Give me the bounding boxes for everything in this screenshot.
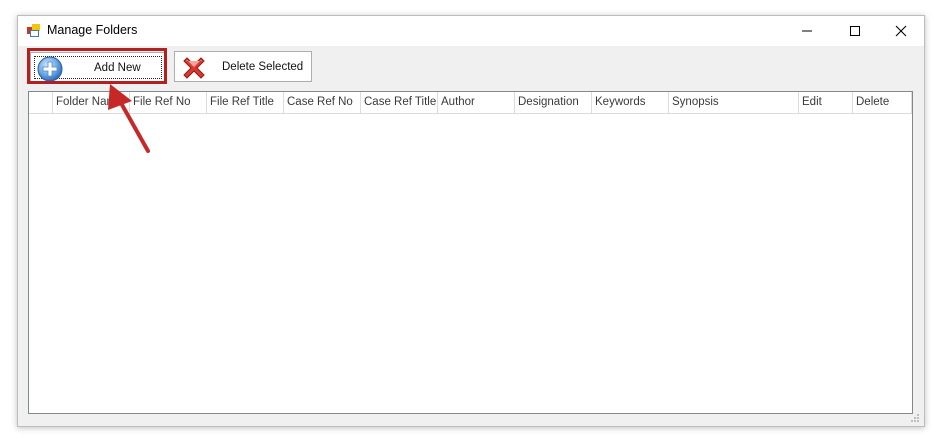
column-header-delete[interactable]: Delete [853, 92, 912, 114]
maximize-icon [850, 26, 860, 36]
red-x-icon [183, 57, 205, 79]
window-title: Manage Folders [47, 23, 138, 37]
column-header-edit[interactable]: Edit [799, 92, 853, 114]
column-header-file-ref-title[interactable]: File Ref Title [207, 92, 284, 114]
column-header-keywords[interactable]: Keywords [592, 92, 669, 114]
row-header-corner [29, 92, 53, 114]
close-icon [895, 25, 907, 37]
column-header-author[interactable]: Author [438, 92, 515, 114]
minimize-icon [802, 30, 812, 32]
folders-data-grid[interactable]: Folder Name File Ref No File Ref Title C… [28, 91, 913, 414]
delete-selected-button[interactable]: Delete Selected [174, 51, 312, 82]
column-header-designation[interactable]: Designation [515, 92, 592, 114]
resize-grip-icon[interactable] [910, 413, 920, 423]
column-header-folder-name[interactable]: Folder Name [53, 92, 130, 114]
close-button[interactable] [878, 16, 924, 46]
maximize-button[interactable] [832, 16, 878, 46]
title-bar[interactable]: Manage Folders [18, 16, 924, 46]
folder-app-icon [27, 24, 40, 37]
delete-selected-label: Delete Selected [222, 61, 304, 73]
minimize-button[interactable] [784, 16, 830, 46]
grid-header: Folder Name File Ref No File Ref Title C… [29, 92, 912, 114]
column-header-file-ref-no[interactable]: File Ref No [130, 92, 207, 114]
column-header-case-ref-title[interactable]: Case Ref Title [361, 92, 438, 114]
manage-folders-window: Manage Folders Add New Delete Selected F… [17, 15, 925, 427]
column-header-case-ref-no[interactable]: Case Ref No [284, 92, 361, 114]
column-header-synopsis[interactable]: Synopsis [669, 92, 799, 114]
add-new-highlight-box [27, 48, 167, 84]
